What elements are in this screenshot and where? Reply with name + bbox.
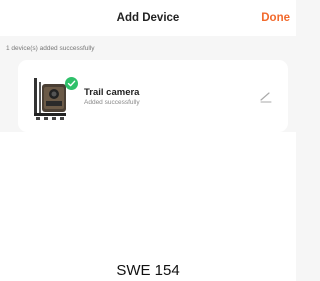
page-title: Add Device xyxy=(116,12,180,24)
done-button[interactable]: Done xyxy=(261,12,290,24)
footer-caption: SWE 154 xyxy=(116,262,180,279)
status-text: 1 device(s) added successfully xyxy=(6,45,95,52)
check-icon xyxy=(65,77,78,90)
device-name: Trail camera xyxy=(84,87,140,98)
pencil-icon[interactable] xyxy=(258,88,274,104)
content-area xyxy=(0,132,296,281)
device-card[interactable]: Trail camera Added successfully xyxy=(18,60,288,132)
device-status: Added successfully xyxy=(84,99,140,106)
header-bar: Add Device Done xyxy=(0,0,296,36)
